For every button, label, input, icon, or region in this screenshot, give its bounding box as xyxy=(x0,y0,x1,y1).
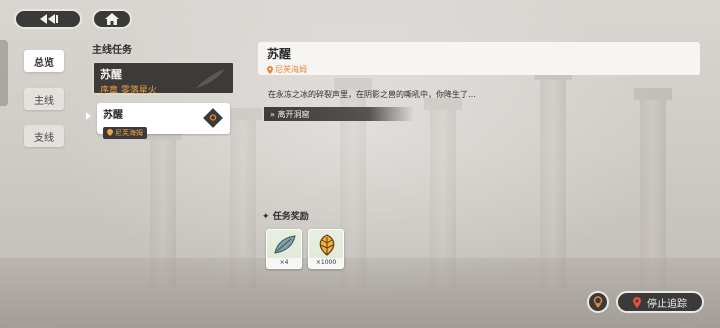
quest-detail-description: 在永冻之冰的碎裂声里，在阴影之兽的嘶吼中，你降生了… xyxy=(268,90,476,99)
quest-section-title: 主线任务 xyxy=(92,45,132,56)
location-pin-icon xyxy=(209,114,217,121)
feather-icon xyxy=(195,69,225,89)
tab-overview[interactable]: 总览 xyxy=(24,50,64,72)
stop-tracking-label: 停止追踪 xyxy=(647,298,687,310)
rewards-title-label: 任务奖励 xyxy=(272,212,309,222)
double-chevron-right-icon: » xyxy=(270,110,275,119)
version-number: 1.5.35 xyxy=(678,316,698,323)
selection-arrow-icon xyxy=(86,112,91,120)
quest-item-card[interactable]: 苏醒 尼芙海姆 xyxy=(97,103,230,139)
tab-side-quest[interactable]: 支线 xyxy=(24,125,64,147)
home-icon xyxy=(105,13,119,25)
location-pin-icon xyxy=(107,129,113,136)
location-pin-icon xyxy=(593,296,603,308)
quest-chapter-card[interactable]: 苏醒 序章 零落星火 xyxy=(92,61,235,96)
reward-item[interactable]: ×1000 xyxy=(308,229,344,269)
quest-detail-location: 尼芙海姆 xyxy=(275,65,307,74)
quest-item-location-tag: 尼芙海姆 xyxy=(103,126,147,139)
tab-main-quest[interactable]: 主线 xyxy=(24,88,64,110)
stop-tracking-button[interactable]: 停止追踪 xyxy=(616,291,704,313)
quest-objective[interactable]: » 离开洞窟 xyxy=(264,107,414,121)
side-scroll-strip xyxy=(0,40,8,106)
sparkle-icon: ✦ xyxy=(262,212,270,222)
rewards-title: ✦ 任务奖励 xyxy=(262,209,309,222)
quest-detail-title: 苏醒 xyxy=(267,47,292,61)
reward-count: ×4 xyxy=(267,258,301,268)
quest-detail-header: 苏醒 尼芙海姆 xyxy=(258,42,700,75)
quest-item-location: 尼芙海姆 xyxy=(115,128,143,137)
player-id: ID:3263343377 xyxy=(8,316,55,323)
quest-objective-label: 离开洞窟 xyxy=(277,110,310,119)
track-location-button[interactable] xyxy=(587,291,609,313)
home-button[interactable] xyxy=(92,9,132,29)
double-chevron-left-icon xyxy=(40,14,58,24)
reward-count: ×1000 xyxy=(309,258,343,268)
golden-leaf-icon xyxy=(319,234,335,256)
back-button[interactable] xyxy=(14,9,82,29)
reward-item[interactable]: ×4 xyxy=(266,229,302,269)
quest-detail-location-row: 尼芙海姆 xyxy=(267,64,691,75)
crystal-leaf-icon xyxy=(274,235,296,254)
location-pin-icon xyxy=(267,65,273,74)
location-pin-icon xyxy=(633,296,641,308)
